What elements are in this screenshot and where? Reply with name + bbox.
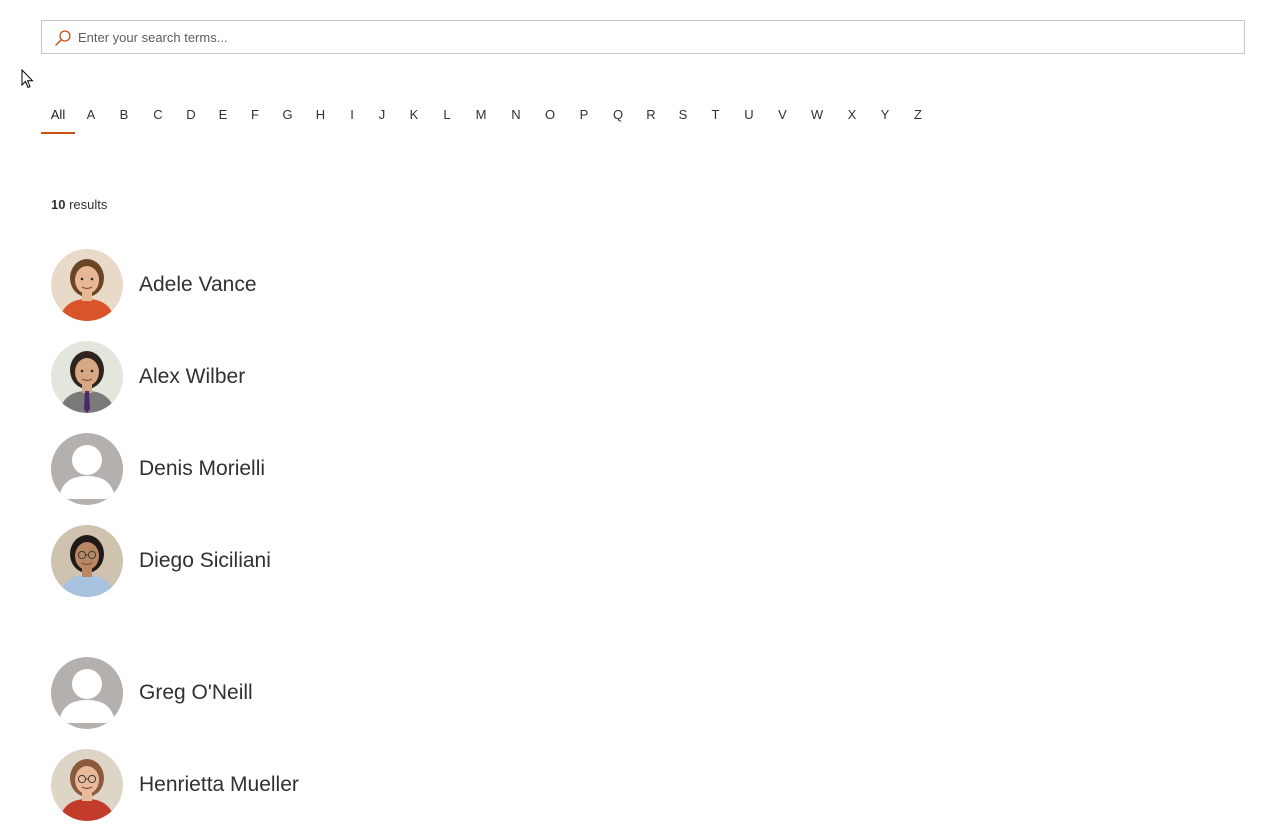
avatar[interactable] <box>51 249 123 321</box>
search-box[interactable] <box>41 20 1245 54</box>
letter-tab-x[interactable]: X <box>835 100 869 134</box>
mouse-cursor-icon <box>21 69 34 89</box>
person-item[interactable]: Greg O'Neill <box>51 657 253 729</box>
letter-tab-k[interactable]: K <box>397 100 431 134</box>
letter-tab-t[interactable]: T <box>699 100 732 134</box>
result-count: 10 results <box>51 197 107 212</box>
letter-tab-d[interactable]: D <box>175 100 207 134</box>
letter-tab-o[interactable]: O <box>533 100 567 134</box>
default-person-avatar-icon[interactable] <box>51 657 123 729</box>
letter-tab-z[interactable]: Z <box>901 100 935 134</box>
letter-tab-n[interactable]: N <box>499 100 533 134</box>
letter-tab-u[interactable]: U <box>732 100 766 134</box>
person-item[interactable]: Adele Vance <box>51 249 257 321</box>
letter-tab-p[interactable]: P <box>567 100 601 134</box>
people-directory-page: AllABCDEFGHIJKLMNOPQRSTUVWXYZ 10 results… <box>0 0 1274 829</box>
letter-tab-e[interactable]: E <box>207 100 239 134</box>
letter-tab-q[interactable]: Q <box>601 100 635 134</box>
letter-tab-i[interactable]: I <box>337 100 367 134</box>
letter-tab-l[interactable]: L <box>431 100 463 134</box>
avatar[interactable] <box>51 749 123 821</box>
alphabet-filter: All A B C D E F G H I J K L M N O P Q R S T U V W X Y Z <box>41 100 935 134</box>
person-name[interactable]: Henrietta Mueller <box>139 773 299 797</box>
person-name[interactable]: Diego Siciliani <box>139 549 271 573</box>
result-count-label: results <box>69 197 108 212</box>
letter-tab-c[interactable]: C <box>141 100 175 134</box>
avatar[interactable] <box>51 525 123 597</box>
person-name[interactable]: Alex Wilber <box>139 365 245 389</box>
letter-tab-j[interactable]: J <box>367 100 397 134</box>
letter-tab-all[interactable]: All <box>41 100 75 134</box>
letter-tab-g[interactable]: G <box>271 100 304 134</box>
person-item[interactable]: Denis Morielli <box>51 433 265 505</box>
person-item[interactable]: Diego Siciliani <box>51 525 271 597</box>
letter-tab-f[interactable]: F <box>239 100 271 134</box>
person-name[interactable]: Adele Vance <box>139 273 257 297</box>
letter-tab-b[interactable]: B <box>107 100 141 134</box>
letter-tab-h[interactable]: H <box>304 100 337 134</box>
search-input[interactable] <box>78 21 1228 53</box>
person-name[interactable]: Denis Morielli <box>139 457 265 481</box>
person-name[interactable]: Greg O'Neill <box>139 681 253 705</box>
result-count-number: 10 <box>51 197 66 212</box>
person-item[interactable]: Alex Wilber <box>51 341 245 413</box>
letter-tab-v[interactable]: V <box>766 100 799 134</box>
avatar[interactable] <box>51 341 123 413</box>
letter-tab-a[interactable]: A <box>75 100 107 134</box>
letter-tab-m[interactable]: M <box>463 100 499 134</box>
letter-tab-y[interactable]: Y <box>869 100 901 134</box>
letter-tab-w[interactable]: W <box>799 100 835 134</box>
letter-tab-r[interactable]: R <box>635 100 667 134</box>
letter-tab-s[interactable]: S <box>667 100 699 134</box>
default-person-avatar-icon[interactable] <box>51 433 123 505</box>
search-icon <box>55 30 71 46</box>
person-item[interactable]: Henrietta Mueller <box>51 749 299 821</box>
